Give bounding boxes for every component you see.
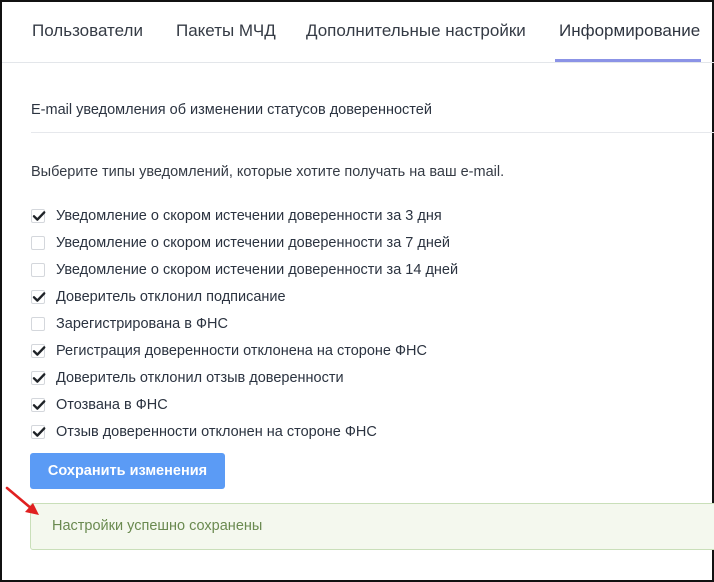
notification-option-revocation-rejected-fns[interactable]: Отзыв доверенности отклонен на стороне Ф… [31, 418, 458, 445]
active-tab-indicator [555, 59, 701, 62]
checkbox[interactable] [31, 370, 46, 385]
checkbox-label: Отзыв доверенности отклонен на стороне Ф… [56, 423, 377, 440]
success-message: Настройки успешно сохранены [52, 518, 263, 534]
section-divider [31, 132, 714, 133]
check-icon [32, 399, 46, 410]
checkbox[interactable] [31, 289, 46, 304]
checkbox[interactable] [31, 424, 46, 439]
tab-bar: Пользователи Пакеты МЧД Дополнительные н… [2, 2, 714, 63]
notification-checkbox-list: Уведомление о скором истечении доверенно… [31, 202, 458, 445]
notification-option-principal-declined-revocation[interactable]: Доверитель отклонил отзыв доверенности [31, 364, 458, 391]
red-arrow-icon [5, 486, 39, 515]
checkbox-label: Уведомление о скором истечении доверенно… [56, 207, 442, 224]
checkbox-label: Доверитель отклонил подписание [56, 288, 286, 305]
checkbox-label: Уведомление о скором истечении доверенно… [56, 234, 451, 251]
checkbox-label: Отозвана в ФНС [56, 396, 168, 413]
notification-option-expiry-14-days[interactable]: Уведомление о скором истечении доверенно… [31, 256, 458, 283]
checkbox-label: Регистрация доверенности отклонена на ст… [56, 342, 427, 359]
notification-option-revoked-fns[interactable]: Отозвана в ФНС [31, 391, 458, 418]
checkbox[interactable] [31, 208, 46, 223]
check-icon [32, 345, 46, 356]
tab-additional-settings[interactable]: Дополнительные настройки [306, 2, 526, 62]
section-title: E-mail уведомления об изменении статусов… [31, 102, 432, 118]
check-icon [32, 372, 46, 383]
tab-users[interactable]: Пользователи [32, 2, 143, 62]
checkbox[interactable] [31, 235, 45, 250]
checkbox[interactable] [31, 343, 46, 358]
notification-option-expiry-3-days[interactable]: Уведомление о скором истечении доверенно… [31, 202, 458, 229]
check-icon [32, 291, 46, 302]
notification-option-registration-rejected-fns[interactable]: Регистрация доверенности отклонена на ст… [31, 337, 458, 364]
success-alert: Настройки успешно сохранены [30, 503, 714, 550]
tab-mchd-packages[interactable]: Пакеты МЧД [176, 2, 276, 62]
checkbox[interactable] [31, 262, 45, 277]
check-icon [32, 426, 46, 437]
checkbox[interactable] [31, 316, 45, 331]
settings-window: Пользователи Пакеты МЧД Дополнительные н… [0, 0, 714, 582]
check-icon [32, 210, 46, 221]
checkbox-label: Зарегистрирована в ФНС [56, 315, 228, 332]
save-changes-button[interactable]: Сохранить изменения [30, 453, 225, 489]
tab-notifications[interactable]: Информирование [559, 2, 700, 62]
checkbox-label: Уведомление о скором истечении доверенно… [56, 261, 459, 278]
checkbox-label: Доверитель отклонил отзыв доверенности [56, 369, 344, 386]
notification-option-registered-fns[interactable]: Зарегистрирована в ФНС [31, 310, 458, 337]
checkbox[interactable] [31, 397, 46, 412]
notification-option-principal-declined-signing[interactable]: Доверитель отклонил подписание [31, 283, 458, 310]
notification-option-expiry-7-days[interactable]: Уведомление о скором истечении доверенно… [31, 229, 458, 256]
section-hint: Выберите типы уведомлений, которые хотит… [31, 164, 505, 180]
